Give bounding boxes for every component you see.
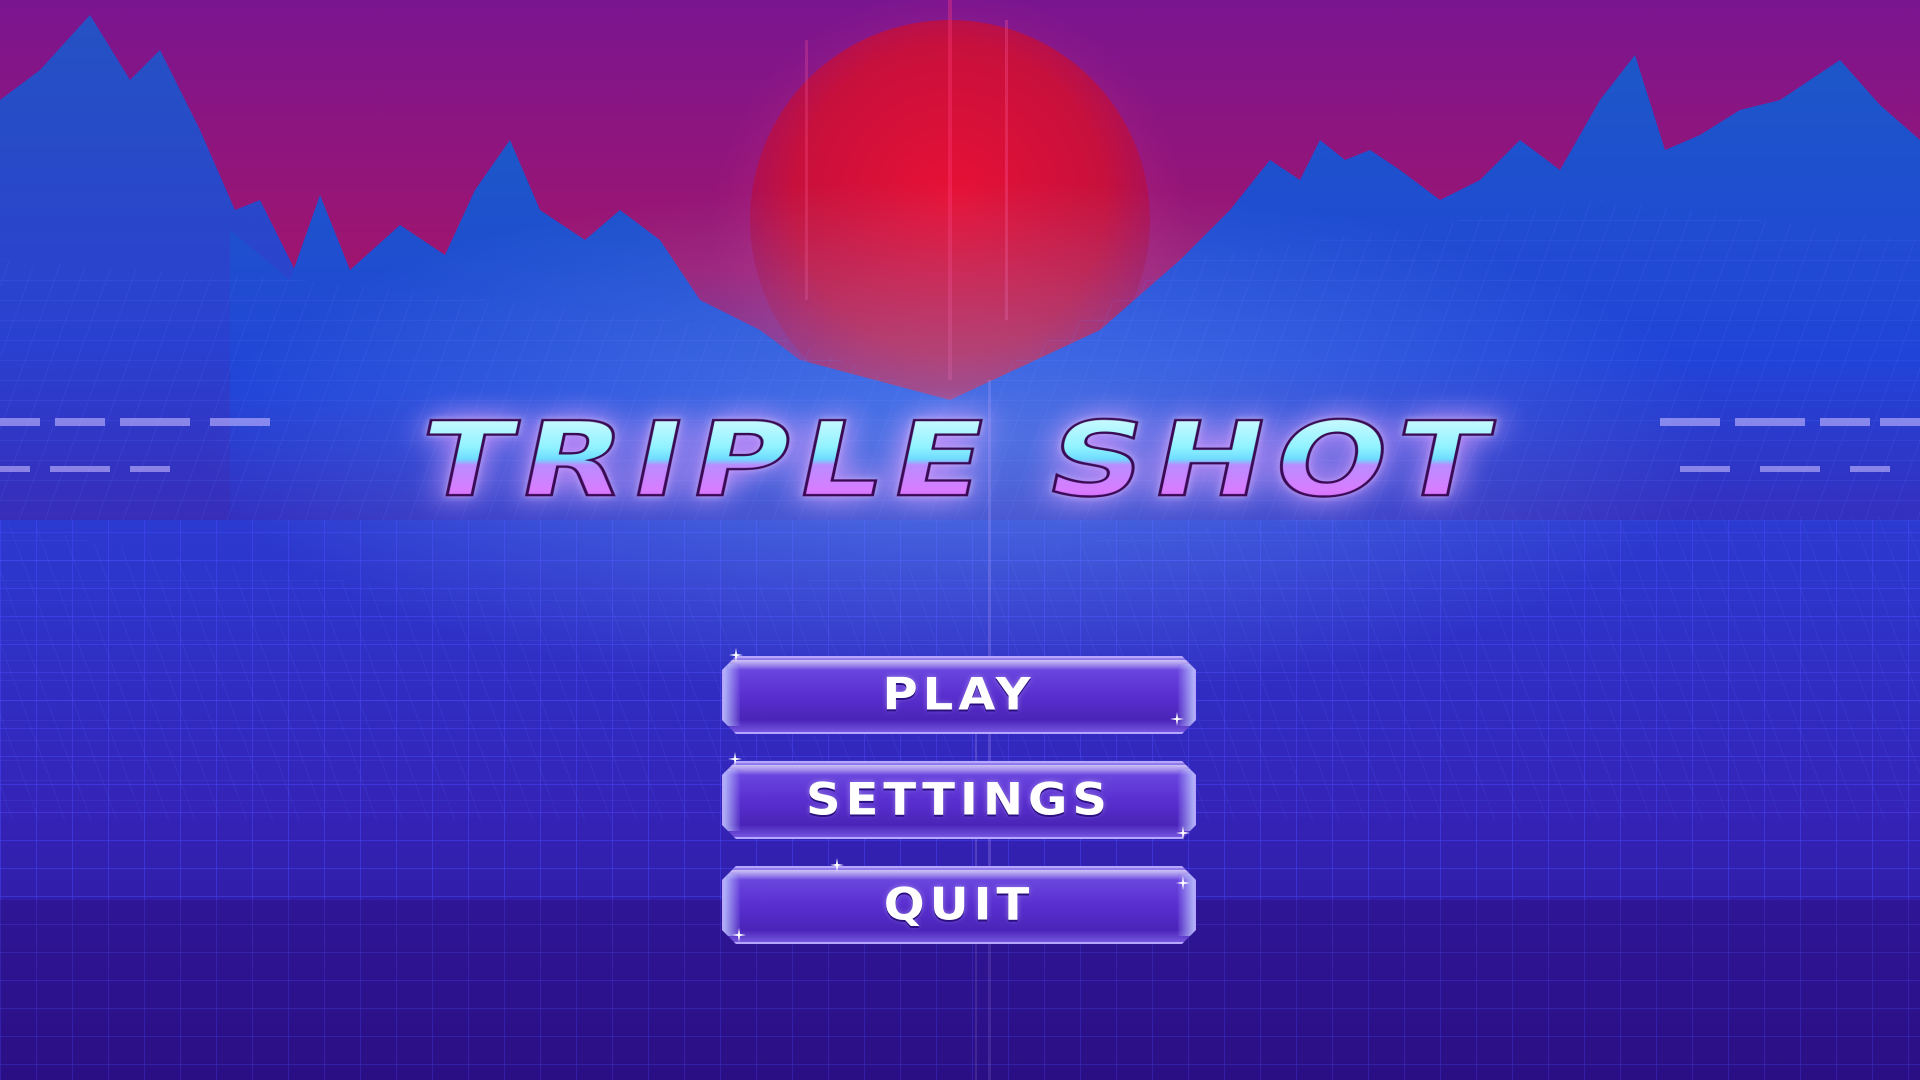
play-button[interactable]: PLAY (722, 656, 1196, 734)
quit-button-label: QUIT (883, 879, 1035, 931)
button-bevel-right (1178, 664, 1194, 726)
button-bevel-left (724, 874, 740, 936)
button-bevel-left (724, 664, 740, 726)
play-button-label: PLAY (882, 669, 1036, 721)
button-bevel-left (724, 769, 740, 831)
button-bevel-right (1178, 874, 1194, 936)
button-bevel-right (1178, 769, 1194, 831)
main-menu-screen: TRIPLE SHOT PLAY SETTINGS QUIT (0, 0, 1920, 1080)
settings-button-label: SETTINGS (806, 774, 1112, 826)
settings-button[interactable]: SETTINGS (722, 761, 1196, 839)
quit-button[interactable]: QUIT (722, 866, 1196, 944)
